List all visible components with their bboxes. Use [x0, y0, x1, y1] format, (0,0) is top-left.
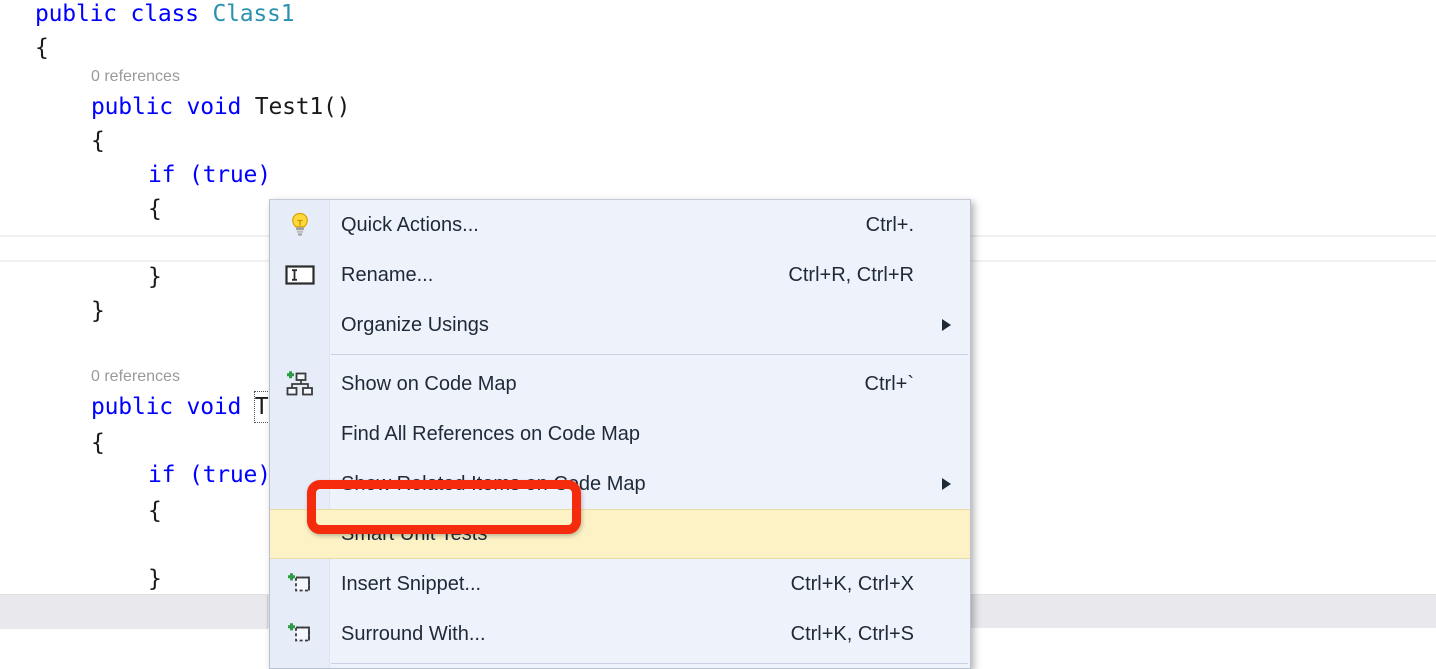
menu-item-show-related-items-on-code-map[interactable]: Show Related Items on Code Map [270, 459, 970, 509]
brace: } [148, 264, 162, 290]
no-icon-placeholder [270, 300, 330, 350]
snippet-icon [270, 559, 330, 609]
rename-icon [270, 250, 330, 300]
chevron-right-icon [936, 319, 970, 331]
condition-true: (true) [189, 162, 271, 188]
lightbulb-icon [270, 200, 330, 250]
brace: { [91, 128, 105, 154]
type-name: Class1 [212, 1, 294, 27]
menu-item-label: Surround With... [330, 623, 791, 646]
menu-item-label: Find All References on Code Map [330, 423, 914, 446]
keyword-public: public [91, 94, 173, 120]
menu-item-shortcut: Ctrl+K, Ctrl+X [791, 573, 936, 596]
codelens-references-2[interactable]: 0 references [91, 367, 180, 387]
no-icon-placeholder [270, 509, 330, 559]
code-line-10: { [91, 426, 105, 460]
menu-item-shortcut: Ctrl+R, Ctrl+R [788, 264, 936, 287]
codelens-references-1[interactable]: 0 references [91, 67, 180, 87]
no-icon-placeholder [270, 409, 330, 459]
code-line-2: { [35, 31, 49, 65]
snippet-icon [270, 609, 330, 659]
condition-true: (true) [189, 462, 271, 488]
menu-item-show-on-code-map[interactable]: Show on Code Map Ctrl+` [270, 359, 970, 409]
menu-item-rename[interactable]: Rename... Ctrl+R, Ctrl+R [270, 250, 970, 300]
menu-item-smart-unit-tests[interactable]: Smart Unit Tests [270, 509, 970, 559]
keyword-public: public [91, 394, 173, 420]
code-line-1: public class Class1 [35, 0, 294, 31]
code-line-9: public void T [91, 390, 268, 424]
code-line-12: { [148, 494, 162, 528]
editor-context-menu[interactable]: Quick Actions... Ctrl+. Rename... Ctrl+R… [269, 199, 971, 669]
menu-item-shortcut: Ctrl+. [866, 214, 936, 237]
brace: } [148, 566, 162, 592]
menu-item-shortcut: Ctrl+K, Ctrl+S [791, 623, 936, 646]
menu-item-quick-actions[interactable]: Quick Actions... Ctrl+. [270, 200, 970, 250]
code-line-6: { [148, 192, 162, 226]
brace: { [148, 498, 162, 524]
menu-item-insert-snippet[interactable]: Insert Snippet... Ctrl+K, Ctrl+X [270, 559, 970, 609]
menu-item-label: Insert Snippet... [330, 573, 791, 596]
keyword-public: public [35, 1, 117, 27]
menu-item-label: Smart Unit Tests [330, 523, 914, 546]
code-line-13: } [148, 562, 162, 596]
chevron-right-icon [936, 478, 970, 490]
keyword-class: class [131, 1, 199, 27]
keyword-if: if [148, 162, 175, 188]
brace: { [148, 196, 162, 222]
code-line-5: if (true) [148, 158, 271, 192]
keyword-void: void [187, 394, 242, 420]
menu-separator-2 [270, 659, 970, 668]
menu-item-label: Quick Actions... [330, 214, 866, 237]
keyword-if: if [148, 462, 175, 488]
editor-bottom-bar-left-pane [0, 595, 268, 629]
brace: } [91, 298, 105, 324]
code-line-7: } [148, 260, 162, 294]
code-line-8: } [91, 294, 105, 328]
menu-item-label: Show Related Items on Code Map [330, 473, 914, 496]
code-line-3: public void Test1() [91, 90, 350, 124]
code-line-4: { [91, 124, 105, 158]
menu-item-shortcut: Ctrl+` [865, 373, 936, 396]
no-icon-placeholder [270, 459, 330, 509]
menu-item-find-all-references-on-code-map[interactable]: Find All References on Code Map [270, 409, 970, 459]
brace: { [91, 430, 105, 456]
keyword-void: void [187, 94, 242, 120]
code-line-11: if (true) [148, 458, 271, 492]
menu-item-label: Rename... [330, 264, 788, 287]
method-name-test1: Test1() [255, 94, 351, 120]
menu-separator-1 [270, 350, 970, 359]
brace: { [35, 35, 49, 61]
menu-item-surround-with[interactable]: Surround With... Ctrl+K, Ctrl+S [270, 609, 970, 659]
menu-item-label: Organize Usings [330, 314, 914, 337]
menu-item-label: Show on Code Map [330, 373, 865, 396]
code-map-icon [270, 359, 330, 409]
menu-item-organize-usings[interactable]: Organize Usings [270, 300, 970, 350]
